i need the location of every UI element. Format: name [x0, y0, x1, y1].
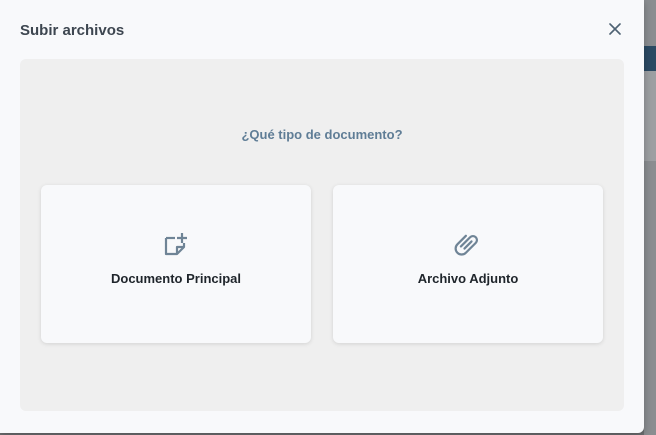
document-add-icon: [41, 231, 311, 259]
close-icon: [609, 23, 621, 35]
document-type-question: ¿Qué tipo de documento?: [241, 127, 403, 142]
attachment-option[interactable]: Archivo Adjunto: [333, 185, 603, 343]
document-type-panel: ¿Qué tipo de documento? Documento Princi…: [20, 59, 624, 411]
background-page: [644, 0, 656, 435]
dialog-title: Subir archivos: [20, 22, 125, 39]
main-document-label: Documento Principal: [110, 271, 242, 286]
attachment-label: Archivo Adjunto: [417, 271, 519, 286]
background-header-band: [644, 46, 656, 71]
close-button[interactable]: [604, 18, 626, 40]
background-content-area: [644, 71, 656, 161]
main-document-option[interactable]: Documento Principal: [41, 185, 311, 343]
paperclip-icon: [333, 231, 603, 259]
upload-files-dialog: Subir archivos ¿Qué tipo de documento? D…: [0, 0, 644, 433]
